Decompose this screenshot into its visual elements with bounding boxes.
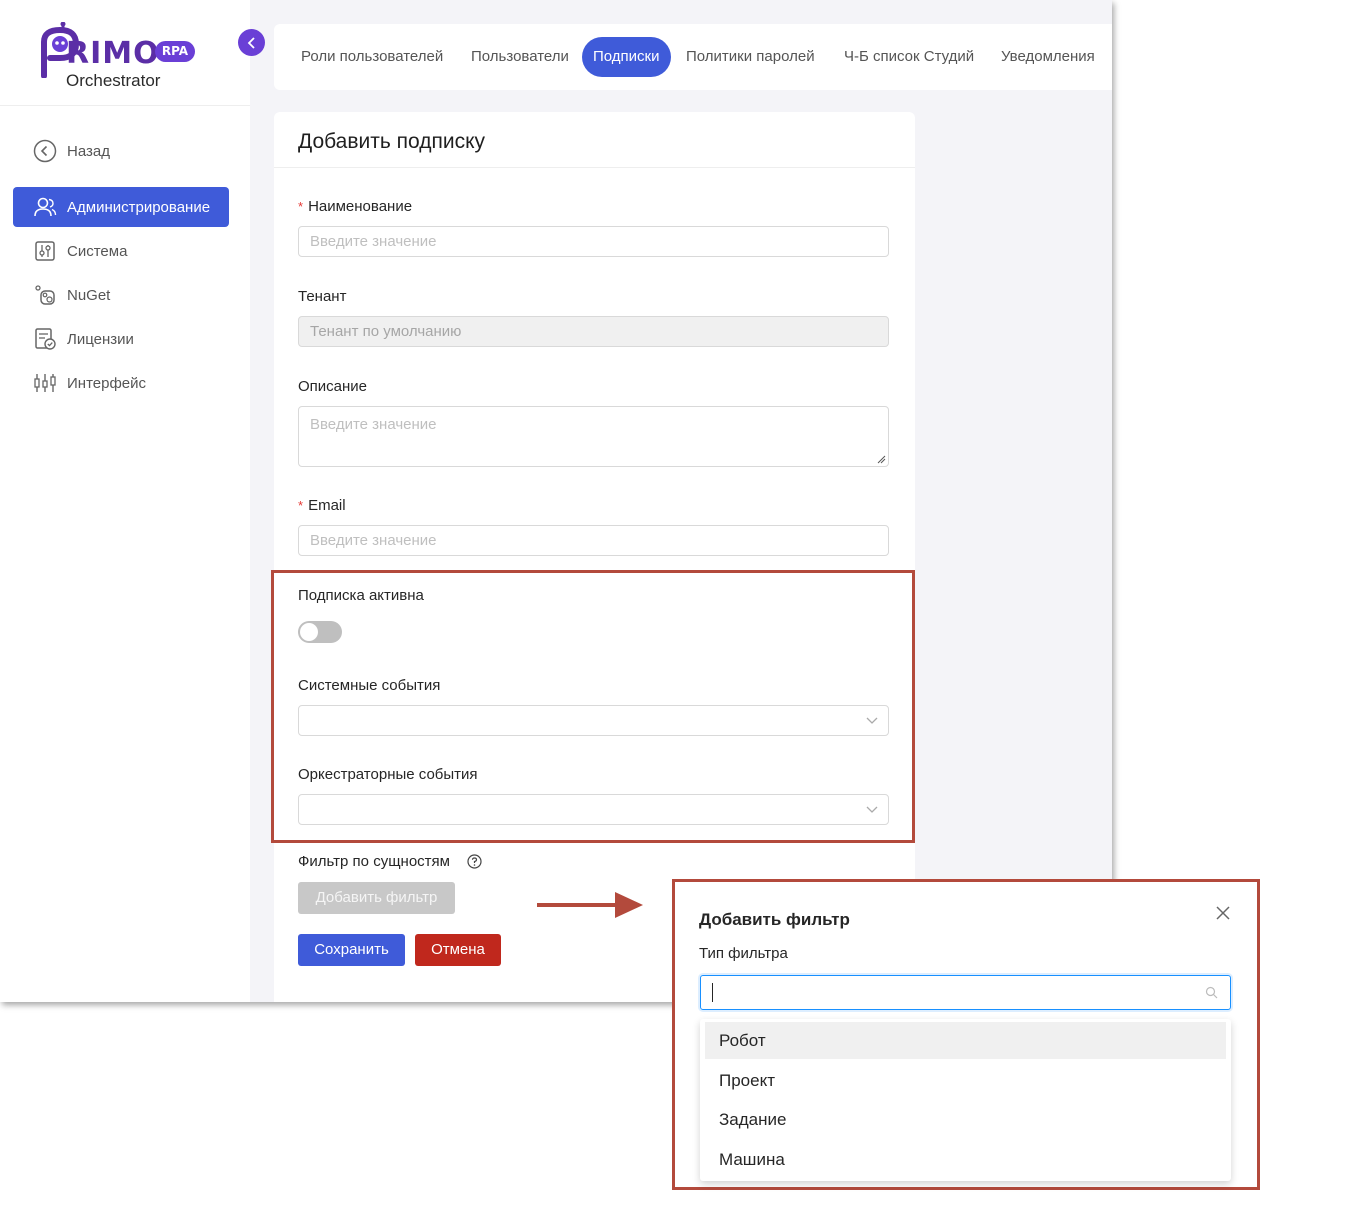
logo-badge: RPA — [155, 41, 195, 62]
nuget-icon — [33, 283, 57, 307]
sidebar-item-label: Назад — [67, 142, 110, 160]
add-filter-modal: Добавить фильтр Тип фильтра Робот Проект… — [672, 879, 1260, 1190]
name-input[interactable]: Введите значение — [298, 226, 889, 257]
logo-wordmark: RIMO — [66, 36, 160, 71]
license-icon — [33, 327, 57, 351]
add-subscription-form: Добавить подписку * Наименование Введите … — [274, 112, 915, 1002]
option-machine[interactable]: Машина — [705, 1141, 1226, 1178]
resize-grip-icon[interactable] — [877, 455, 886, 464]
tab-subscriptions[interactable]: Подписки — [582, 37, 671, 77]
users-icon — [33, 195, 57, 219]
tab-users[interactable]: Пользователи — [460, 37, 580, 77]
sidebar-item-administration[interactable]: Администрирование — [13, 187, 229, 227]
text-caret — [712, 983, 713, 1002]
filter-type-label: Тип фильтра — [699, 945, 788, 962]
question-circle-icon[interactable] — [467, 854, 482, 869]
arrow-right-icon — [537, 892, 643, 918]
app-subtitle: Orchestrator — [66, 71, 161, 90]
sidebar-item-label: NuGet — [67, 286, 111, 304]
modal-title: Добавить фильтр — [699, 910, 850, 929]
back-circle-icon — [33, 139, 57, 163]
admin-tabs: Роли пользователей Пользователи Подписки… — [274, 24, 1112, 90]
option-project[interactable]: Проект — [705, 1062, 1226, 1099]
sidebar-item-label: Лицензии — [67, 330, 134, 348]
logo-area: RIMO RPA Orchestrator — [0, 0, 250, 106]
tab-notifications[interactable]: Уведомления — [990, 37, 1106, 77]
tab-password-policies[interactable]: Политики паролей — [675, 37, 826, 77]
add-filter-button[interactable]: Добавить фильтр — [298, 882, 455, 914]
search-icon — [1205, 986, 1218, 999]
settings-sliders-icon — [33, 239, 57, 263]
sidebar: RIMO RPA Orchestrator Назад Администриро… — [0, 0, 250, 1002]
chevron-left-icon — [247, 36, 255, 49]
sidebar-item-nuget[interactable]: NuGet — [13, 275, 229, 315]
sidebar-collapse-button[interactable] — [238, 29, 265, 56]
sidebar-item-back[interactable]: Назад — [13, 131, 229, 171]
tenant-label: Тенант — [298, 288, 347, 305]
highlight-box — [271, 570, 915, 843]
entity-filter-label: Фильтр по сущностям — [298, 853, 450, 870]
required-mark: * — [298, 199, 304, 214]
app-window: RIMO RPA Orchestrator Назад Администриро… — [0, 0, 1112, 1002]
cancel-button[interactable]: Отмена — [415, 934, 501, 966]
filter-type-search-input[interactable] — [700, 975, 1231, 1010]
close-icon[interactable] — [1215, 905, 1231, 921]
option-job[interactable]: Задание — [705, 1101, 1226, 1138]
tab-user-roles[interactable]: Роли пользователей — [290, 37, 454, 77]
email-label: * Email — [298, 497, 346, 514]
sidebar-item-system[interactable]: Система — [13, 231, 229, 271]
divider — [274, 167, 915, 168]
name-label: * Наименование — [298, 198, 413, 215]
save-button[interactable]: Сохранить — [298, 934, 405, 966]
option-robot[interactable]: Робот — [705, 1022, 1226, 1059]
interface-sliders-icon — [33, 371, 57, 395]
sidebar-item-interface[interactable]: Интерфейс — [13, 363, 229, 403]
tenant-field: Тенант по умолчанию — [298, 316, 889, 347]
sidebar-item-label: Интерфейс — [67, 374, 147, 392]
form-title: Добавить подписку — [298, 130, 486, 153]
tab-studio-blacklist[interactable]: Ч-Б список Студий — [833, 37, 985, 77]
description-label: Описание — [298, 378, 368, 395]
sidebar-item-label: Администрирование — [67, 198, 211, 216]
sidebar-item-label: Система — [67, 242, 128, 260]
sidebar-item-licenses[interactable]: Лицензии — [13, 319, 229, 359]
description-textarea[interactable]: Введите значение — [298, 406, 889, 467]
email-input[interactable]: Введите значение — [298, 525, 889, 556]
required-mark: * — [298, 498, 304, 513]
filter-type-dropdown: Робот Проект Задание Машина — [700, 1019, 1231, 1181]
